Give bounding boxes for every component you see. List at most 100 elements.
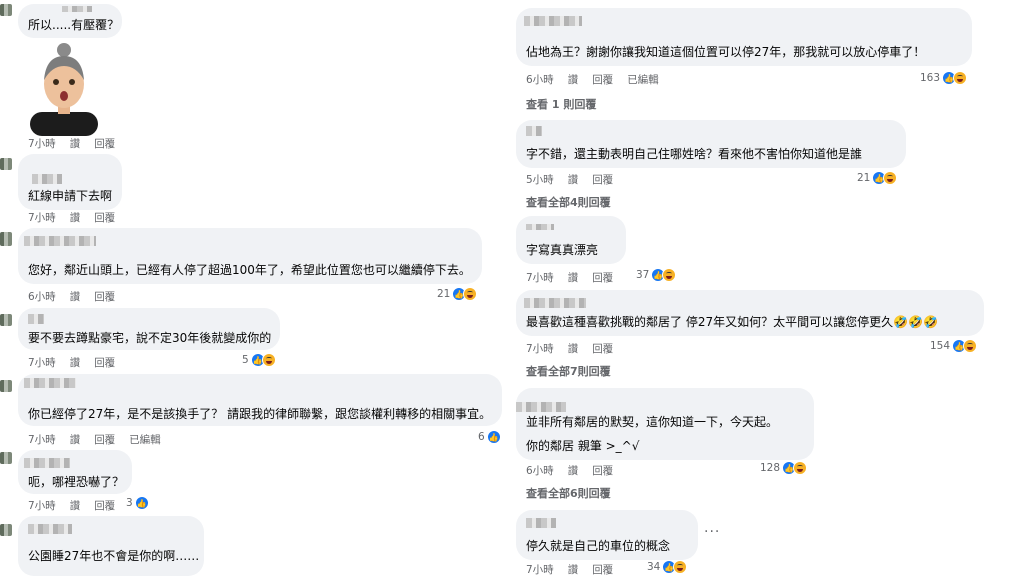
avatar[interactable]	[0, 524, 12, 536]
comment-bubble: 所以.....有壓覆？	[18, 4, 122, 38]
reply-link[interactable]: 回覆	[592, 564, 613, 576]
comment: 呃，哪裡恐嚇了？ 7小時 讚 回覆 3 👍	[0, 446, 510, 516]
comment-meta: 7小時 讚 回覆 已編輯	[28, 432, 175, 447]
comment: 要不要去蹲點豪宅，說不定30年後就變成你的 7小時 讚 回覆 5 👍	[0, 308, 510, 374]
reaction-summary[interactable]: 34 👍	[647, 560, 688, 574]
reply-link[interactable]: 回覆	[94, 434, 115, 446]
like-link[interactable]: 讚	[70, 434, 81, 446]
edited-label: 已編輯	[129, 434, 161, 446]
avatar[interactable]	[0, 158, 12, 170]
reaction-count: 3	[126, 497, 133, 509]
avatar[interactable]	[0, 452, 12, 464]
like-link[interactable]: 讚	[568, 465, 579, 477]
reply-link[interactable]: 回覆	[592, 465, 613, 477]
reply-link[interactable]: 回覆	[592, 74, 613, 86]
commenter-name[interactable]	[28, 314, 44, 324]
comment-text: 最喜歡這種喜歡挑戰的鄰居了 停27年又如何？太平間可以讓您停更久🤣🤣🤣	[526, 315, 938, 329]
left-comment-column: 所以.....有壓覆？ 7小時讚回覆 紅線申請下去啊 7小時讚回覆 您好，鄰近山…	[0, 0, 510, 576]
avatar[interactable]	[0, 4, 12, 16]
reaction-summary[interactable]: 3 👍	[126, 496, 149, 510]
reaction-summary[interactable]: 6 👍	[478, 430, 501, 444]
reaction-count: 154	[930, 340, 951, 352]
like-link[interactable]: 讚	[70, 138, 81, 150]
reaction-summary[interactable]: 163 👍	[920, 71, 968, 85]
more-options-icon[interactable]: ···	[704, 524, 720, 540]
comment-bubble: 公園睡27年也不會是你的啊……	[18, 516, 204, 576]
commenter-name[interactable]	[24, 458, 70, 468]
commenter-name[interactable]	[32, 174, 62, 184]
reaction-count: 6	[478, 431, 485, 443]
commenter-name[interactable]	[526, 224, 554, 230]
reaction-summary[interactable]: 5 👍	[242, 353, 276, 367]
commenter-name[interactable]	[524, 16, 582, 26]
commenter-name[interactable]	[524, 298, 586, 308]
haha-reaction-icon	[662, 268, 677, 282]
like-link[interactable]: 讚	[70, 291, 81, 303]
view-replies-link[interactable]: 查看全部7則回覆	[526, 363, 611, 379]
commenter-name[interactable]	[24, 236, 96, 246]
comment-bubble: 呃，哪裡恐嚇了？	[18, 450, 132, 494]
comment-meta: 6小時 讚 回覆 已編輯	[526, 72, 673, 87]
avatar[interactable]	[0, 314, 12, 326]
reply-link[interactable]: 回覆	[94, 291, 115, 303]
reaction-summary[interactable]: 37 👍	[636, 268, 677, 282]
comment-text: 呃，哪裡恐嚇了？	[28, 475, 125, 489]
timestamp: 7小時	[526, 343, 554, 355]
haha-reaction-icon	[883, 171, 898, 185]
like-link[interactable]: 讚	[70, 357, 81, 369]
commenter-name[interactable]	[516, 402, 566, 412]
timestamp: 7小時	[28, 212, 56, 224]
avatar[interactable]	[0, 380, 12, 392]
reaction-summary[interactable]: 21 👍	[857, 171, 898, 185]
comment: 並非所有鄰居的默契，這你知道一下，今天起。 你的鄰居 親筆 >_^√ 6小時 讚 回…	[512, 384, 1024, 506]
commenter-name[interactable]	[526, 518, 556, 528]
comment-text: 字不錯，還主動表明自己住哪姓啥？看來他不害怕你知道他是誰	[526, 147, 863, 161]
commenter-name[interactable]	[28, 524, 72, 534]
commenter-name[interactable]	[62, 6, 92, 12]
avatar[interactable]	[0, 232, 12, 246]
view-replies-link[interactable]: 查看全部4則回覆	[526, 194, 611, 210]
reaction-count: 5	[242, 354, 249, 366]
view-replies-link[interactable]: 查看全部6則回覆	[526, 485, 611, 501]
comment: 紅線申請下去啊 7小時 讚 回覆	[0, 152, 510, 226]
comment-text: 並非所有鄰居的默契，這你知道一下，今天起。	[526, 415, 779, 429]
comment-bubble: 您好，鄰近山頭上，已經有人停了超過100年了，希望此位置您也可以繼續停下去。	[18, 228, 482, 284]
timestamp: 7小時	[526, 564, 554, 576]
like-link[interactable]: 讚	[70, 212, 81, 224]
comment-meta: 7小時 讚 回覆	[28, 210, 129, 225]
comment: 公園睡27年也不會是你的啊……	[0, 516, 510, 576]
reaction-count: 128	[760, 462, 781, 474]
comment-bubble: 佔地為王？謝謝你讓我知道這個位置可以停27年，那我就可以放心停車了！	[516, 8, 972, 66]
view-replies-link[interactable]: 查看 1 則回覆	[526, 96, 596, 112]
edited-label: 已編輯	[627, 74, 659, 86]
reply-link[interactable]: 回覆	[94, 212, 115, 224]
like-link[interactable]: 讚	[568, 74, 579, 86]
comment-bubble: 停久就是自己的車位的概念	[516, 510, 698, 560]
comment-text: 紅線申請下去啊	[28, 189, 113, 203]
like-link[interactable]: 讚	[568, 174, 579, 186]
comment: 所以.....有壓覆？ 7小時 讚 回覆	[0, 0, 510, 150]
reaction-summary[interactable]: 154 👍	[930, 339, 978, 353]
like-link[interactable]: 讚	[568, 564, 579, 576]
commenter-name[interactable]	[24, 378, 76, 388]
reaction-summary[interactable]: 21 👍	[437, 287, 478, 301]
like-link[interactable]: 讚	[568, 272, 579, 284]
timestamp: 5小時	[526, 174, 554, 186]
reaction-count: 34	[647, 561, 661, 573]
reply-link[interactable]: 回覆	[94, 357, 115, 369]
reply-link[interactable]: 回覆	[592, 272, 613, 284]
comment-meta: 7小時 讚 回覆	[28, 136, 129, 151]
reply-link[interactable]: 回覆	[592, 174, 613, 186]
reaction-count: 163	[920, 72, 941, 84]
commenter-name[interactable]	[526, 126, 542, 136]
reply-link[interactable]: 回覆	[592, 343, 613, 355]
like-link[interactable]: 讚	[568, 343, 579, 355]
like-link[interactable]: 讚	[70, 500, 81, 512]
comment-text: 字寫真真漂亮	[526, 243, 599, 257]
reply-link[interactable]: 回覆	[94, 500, 115, 512]
comment-meta: 7小時 讚 回覆	[28, 498, 129, 513]
comment-meta: 7小時 讚 回覆	[28, 355, 129, 370]
reply-link[interactable]: 回覆	[94, 138, 115, 150]
comment: 你已經停了27年，是不是該換手了？ 請跟我的律師聯繫，跟您談權利轉移的相關事宜。…	[0, 374, 510, 446]
reaction-summary[interactable]: 128 👍	[760, 461, 808, 475]
